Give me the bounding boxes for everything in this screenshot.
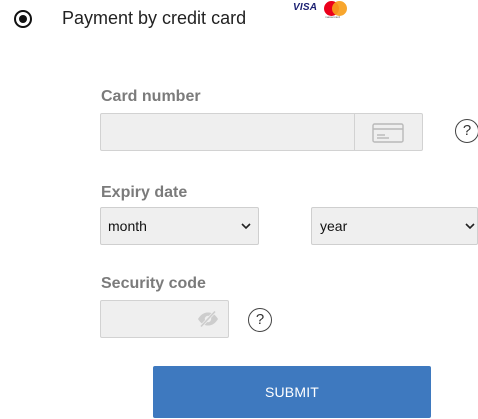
expiry-month-select[interactable]: month [100, 207, 259, 245]
payment-method-label[interactable]: Payment by credit card [62, 8, 246, 29]
eye-slash-icon[interactable] [197, 310, 219, 328]
security-code-input[interactable] [101, 301, 193, 337]
card-number-help-icon[interactable]: ? [455, 119, 478, 143]
card-number-input[interactable] [101, 114, 354, 150]
expiry-date-label: Expiry date [101, 184, 188, 201]
payment-radio-button[interactable] [14, 10, 32, 28]
card-number-label: Card number [101, 88, 201, 105]
chevron-down-icon [241, 223, 251, 230]
mastercard-logo-text: mastercard [325, 15, 341, 19]
expiry-year-value: year [320, 218, 348, 234]
credit-card-icon [372, 123, 404, 143]
expiry-month-value: month [108, 218, 147, 234]
radio-selected-dot [19, 15, 27, 23]
security-code-help-icon[interactable]: ? [248, 308, 272, 332]
card-number-divider [354, 114, 355, 150]
security-code-field[interactable] [100, 300, 229, 338]
submit-button[interactable]: SUBMIT [153, 366, 431, 418]
mastercard-logo: mastercard [322, 1, 348, 19]
expiry-year-select[interactable]: year [311, 207, 478, 245]
card-number-field[interactable] [100, 113, 423, 151]
chevron-down-icon [465, 223, 475, 230]
visa-logo: VISA [293, 2, 318, 13]
security-code-label: Security code [101, 275, 206, 292]
